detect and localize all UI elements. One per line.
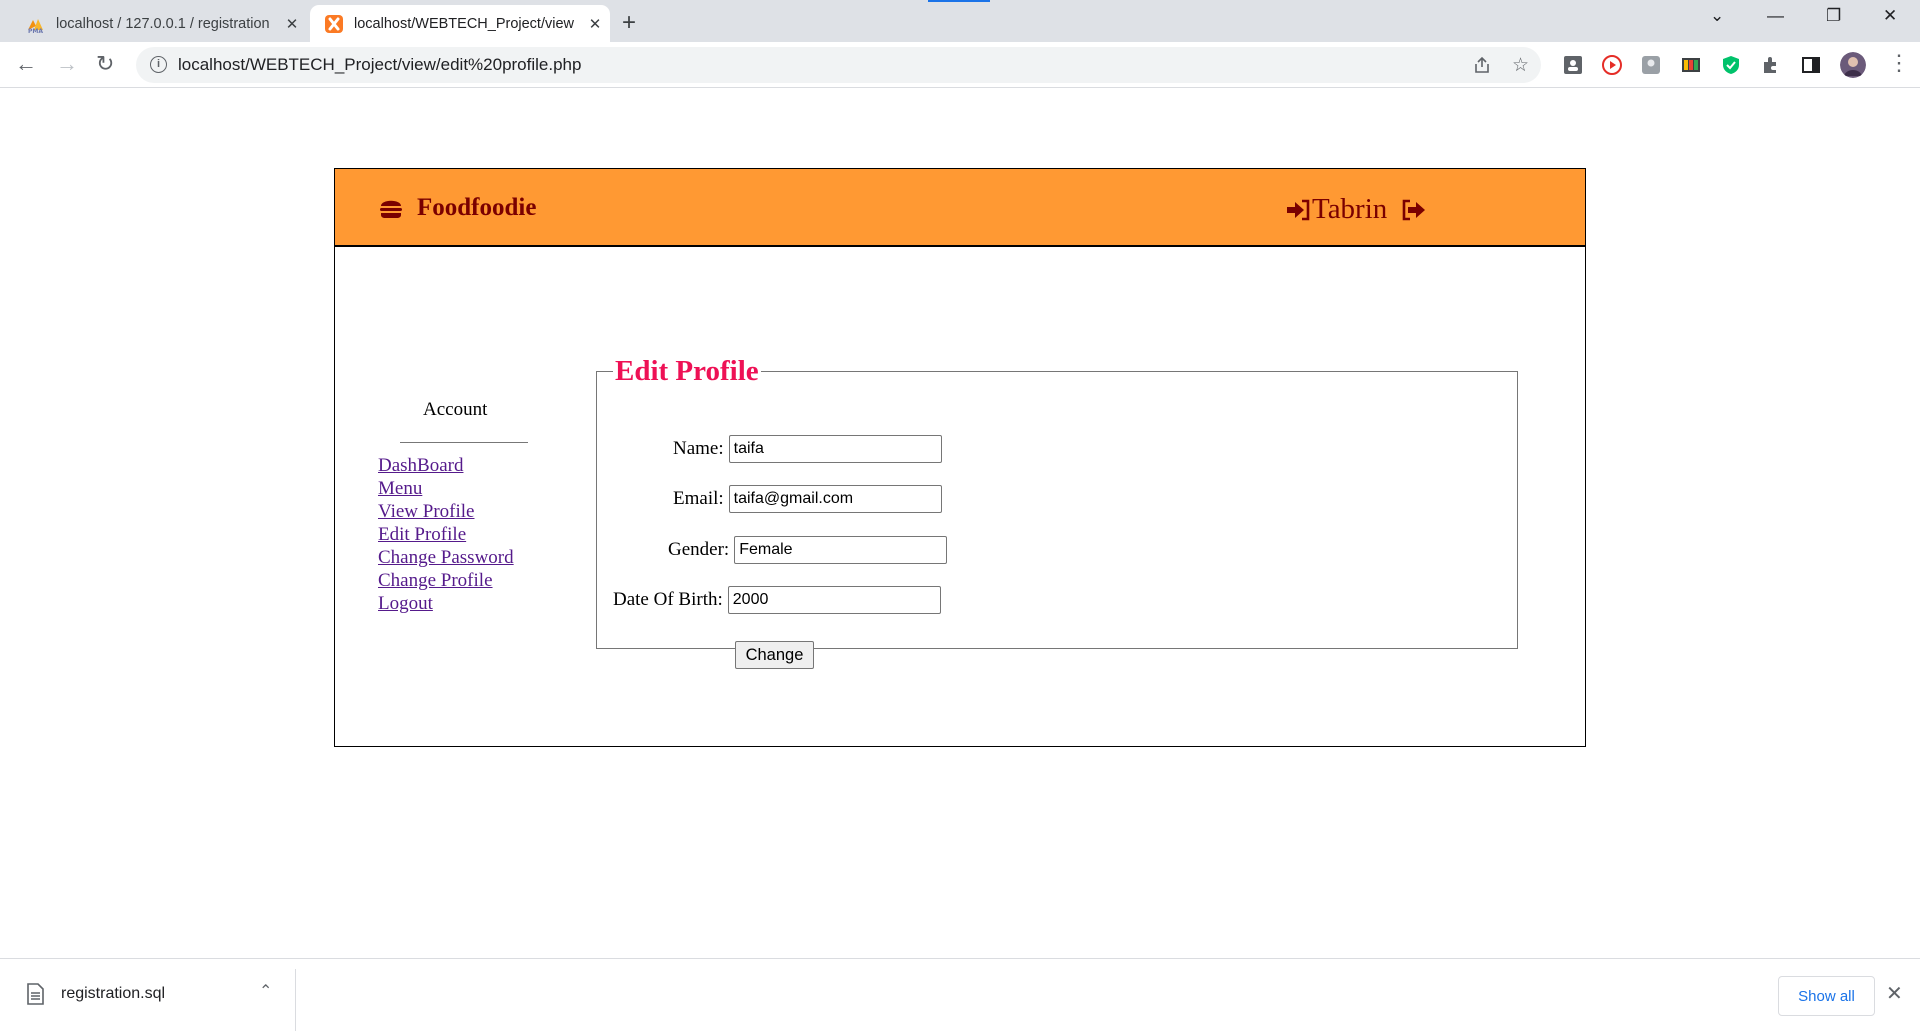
shield-extension-icon[interactable] [1720,54,1742,76]
gender-label: Gender: [668,539,730,560]
forward-arrow-icon[interactable]: → [56,51,78,77]
name-row: Name: [673,435,942,463]
email-input[interactable] [728,485,942,513]
gender-row: Gender: [668,536,948,564]
tab-phpmyadmin[interactable]: PMA localhost / 127.0.0.1 / registration… [12,5,307,42]
extension-color-icon[interactable] [1680,54,1702,76]
nav-link-menu[interactable]: Menu [378,477,514,500]
close-window-icon[interactable]: ✕ [1883,6,1897,26]
nav-link-logout[interactable]: Logout [378,592,514,615]
chevron-up-icon[interactable]: ⌃ [259,981,272,1001]
url-text[interactable]: localhost/WEBTECH_Project/view/edit%20pr… [178,55,581,75]
tab-strip-indicator [928,0,990,2]
new-tab-button[interactable]: + [622,9,636,37]
extension-play-icon[interactable] [1601,54,1623,76]
account-heading: Account [423,399,488,420]
back-arrow-icon[interactable]: ← [15,51,37,77]
download-file-name[interactable]: registration.sql [61,985,165,1003]
extension-user-icon[interactable] [1640,54,1662,76]
hamburger-food-icon [380,200,402,218]
browser-toolbar: ← → ↻ i localhost/WEBTECH_Project/view/e… [0,42,1920,88]
email-label: Email: [673,488,724,509]
username[interactable]: Tabrin [1312,193,1387,226]
dob-label: Date Of Birth: [613,589,723,610]
close-tab-icon[interactable]: ✕ [277,15,307,33]
gender-input[interactable] [734,536,948,564]
profile-avatar[interactable] [1840,52,1866,78]
share-icon[interactable] [1472,55,1492,75]
phpmyadmin-icon: PMA [28,18,43,34]
nav-link-change-password[interactable]: Change Password [378,546,514,569]
brand[interactable]: Foodfoodie [379,194,536,222]
edit-profile-form: Edit Profile Name: Email: Gender: Date O… [596,355,1518,669]
minimize-window-icon[interactable]: — [1767,6,1784,26]
sign-out-icon[interactable] [1401,198,1427,222]
bookmark-star-icon[interactable]: ☆ [1512,54,1529,77]
name-input[interactable] [728,435,942,463]
nav-link-change-profile[interactable]: Change Profile [378,569,514,592]
dob-row: Date Of Birth: [613,586,941,614]
account-sidebar-nav: DashBoard Menu View Profile Edit Profile… [378,454,514,615]
change-button[interactable]: Change [735,641,814,669]
download-separator [295,969,296,1031]
download-bar: registration.sql ⌃ Show all ✕ [0,958,1920,1031]
user-area: Tabrin [1285,193,1427,226]
sign-in-icon [1287,199,1310,220]
tab-title: localhost/WEBTECH_Project/view [354,15,574,32]
form-legend: Edit Profile [615,355,759,387]
close-download-bar-icon[interactable]: ✕ [1886,981,1903,1006]
page-container: Foodfoodie Tabrin Account DashBoard Menu… [334,168,1586,747]
address-bar[interactable]: i localhost/WEBTECH_Project/view/edit%20… [136,47,1541,83]
name-label: Name: [673,438,724,459]
xampp-icon [325,14,343,33]
puzzle-extensions-icon[interactable] [1760,54,1782,76]
tab-search-chevron-icon[interactable]: ⌄ [1710,6,1724,26]
nav-link-edit-profile[interactable]: Edit Profile [378,523,514,546]
chrome-menu-icon[interactable]: ⋮ [1888,50,1910,76]
file-icon [27,983,44,1005]
restore-window-icon[interactable]: ❐ [1826,6,1841,26]
account-divider [400,442,528,443]
site-header: Foodfoodie Tabrin [335,169,1585,247]
nav-link-dashboard[interactable]: DashBoard [378,454,514,477]
side-panel-icon[interactable] [1800,54,1822,76]
tab-webtech-project[interactable]: localhost/WEBTECH_Project/view ✕ [310,5,610,42]
nav-link-view-profile[interactable]: View Profile [378,500,514,523]
close-tab-icon[interactable]: ✕ [580,15,610,33]
site-info-icon[interactable]: i [150,56,167,73]
brand-name: Foodfoodie [417,194,537,221]
email-row: Email: [673,485,942,513]
browser-tab-strip: PMA localhost / 127.0.0.1 / registration… [0,0,1920,42]
tab-title: localhost / 127.0.0.1 / registration [56,15,270,32]
dob-input[interactable] [727,586,941,614]
svg-text:PMA: PMA [28,28,43,34]
show-all-button[interactable]: Show all [1778,976,1875,1016]
reload-icon[interactable]: ↻ [96,51,114,77]
extension-contact-icon[interactable] [1562,54,1584,76]
